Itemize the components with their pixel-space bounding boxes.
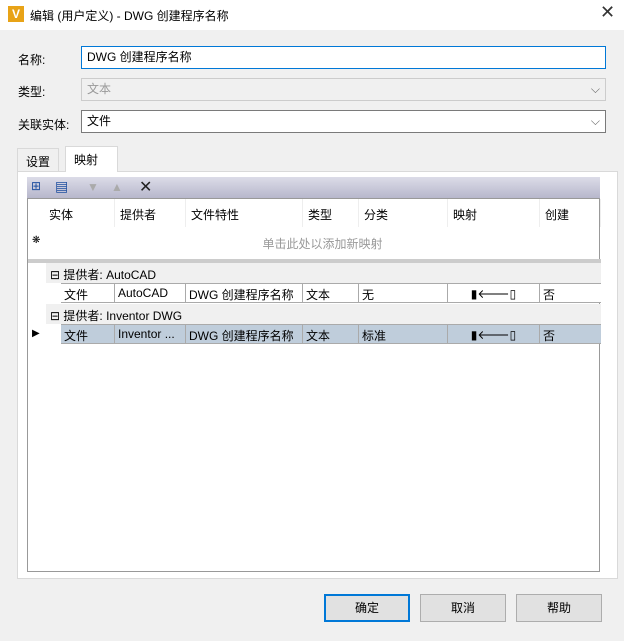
tab-settings[interactable]: 设置 [17,148,60,172]
title-bar: V 编辑 (用户定义) - DWG 创建程序名称 ✕ [0,0,624,30]
col-type[interactable]: 类型 [303,199,359,227]
cell-create: 否 [543,329,556,343]
col-category[interactable]: 分类 [359,199,448,227]
cell-category: 无 [359,284,448,302]
move-down-icon[interactable]: ▼ [87,180,99,194]
name-label: 名称: [18,53,46,67]
toolbar: ⊞ ▤ ▼ ▲ ✕ [27,177,600,199]
current-row-icon: ▶ [32,328,40,339]
app-logo-icon: V [8,6,24,22]
cell-provider: Inventor ... [115,325,186,343]
entity-select[interactable]: 文件 ⌵ [81,110,606,133]
col-entity[interactable]: 实体 [44,199,115,227]
cell-category: 标准 [359,325,448,343]
new-row-icon: ❋ [32,235,41,246]
table-row[interactable]: 文件 AutoCAD DWG 创建程序名称 文本 无 ▮🡐▯ 否 [61,283,601,303]
delete-icon[interactable]: ✕ [139,177,152,197]
name-input[interactable]: DWG 创建程序名称 [81,46,606,69]
ok-button[interactable]: 确定 [324,594,410,622]
entity-label: 关联实体: [18,118,70,132]
entity-value: 文件 [87,114,112,128]
new-row-hint[interactable]: 单击此处以添加新映射 [44,235,601,252]
cell-type: 文本 [303,284,359,302]
collapse-icon[interactable]: ⊟ [50,268,60,282]
cell-file-property: DWG 创建程序名称 [186,325,303,343]
type-label: 类型: [18,85,46,99]
cell-type: 文本 [303,325,359,343]
col-file-property[interactable]: 文件特性 [186,199,303,227]
cell-file-property: DWG 创建程序名称 [186,284,303,302]
mapping-grid: 实体 提供者 文件特性 类型 分类 映射 创建 ❋ 单击此处以添加新映射 ⊟ 提… [27,199,601,572]
group-label: 提供者: Inventor DWG [63,309,183,323]
group-header-autocad[interactable]: ⊟ 提供者: AutoCAD [46,263,601,283]
help-button[interactable]: 帮助 [516,594,602,622]
col-mapping[interactable]: 映射 [448,199,540,227]
cell-provider: AutoCAD [115,284,186,302]
col-create[interactable]: 创建 [540,199,601,227]
group-label: 提供者: AutoCAD [63,268,157,282]
hierarchy-icon[interactable]: ⊞ [31,179,41,193]
mapping-direction-icon: ▮🡐▯ [448,325,540,343]
cell-entity: 文件 [61,325,115,343]
cell-create: 否 [543,288,556,302]
cancel-button[interactable]: 取消 [420,594,506,622]
collapse-icon[interactable]: ⊟ [50,309,60,323]
group-header-inventor[interactable]: ⊟ 提供者: Inventor DWG [46,304,601,324]
move-up-icon[interactable]: ▲ [111,180,123,194]
chevron-down-icon: ⌵ [590,114,600,128]
chevron-down-icon: ⌵ [590,82,600,96]
window-title: 编辑 (用户定义) - DWG 创建程序名称 [30,9,229,23]
mapping-direction-icon: ▮🡐▯ [448,284,540,302]
list-icon[interactable]: ▤ [55,178,68,195]
table-row-selected[interactable]: 文件 Inventor ... DWG 创建程序名称 文本 标准 ▮🡐▯ 否 [61,324,601,344]
cell-entity: 文件 [61,284,115,302]
col-provider[interactable]: 提供者 [115,199,186,227]
close-icon[interactable]: ✕ [600,2,615,23]
tab-mapping[interactable]: 映射 [65,146,118,172]
type-value: 文本 [87,82,112,96]
type-select: 文本 ⌵ [81,78,606,101]
